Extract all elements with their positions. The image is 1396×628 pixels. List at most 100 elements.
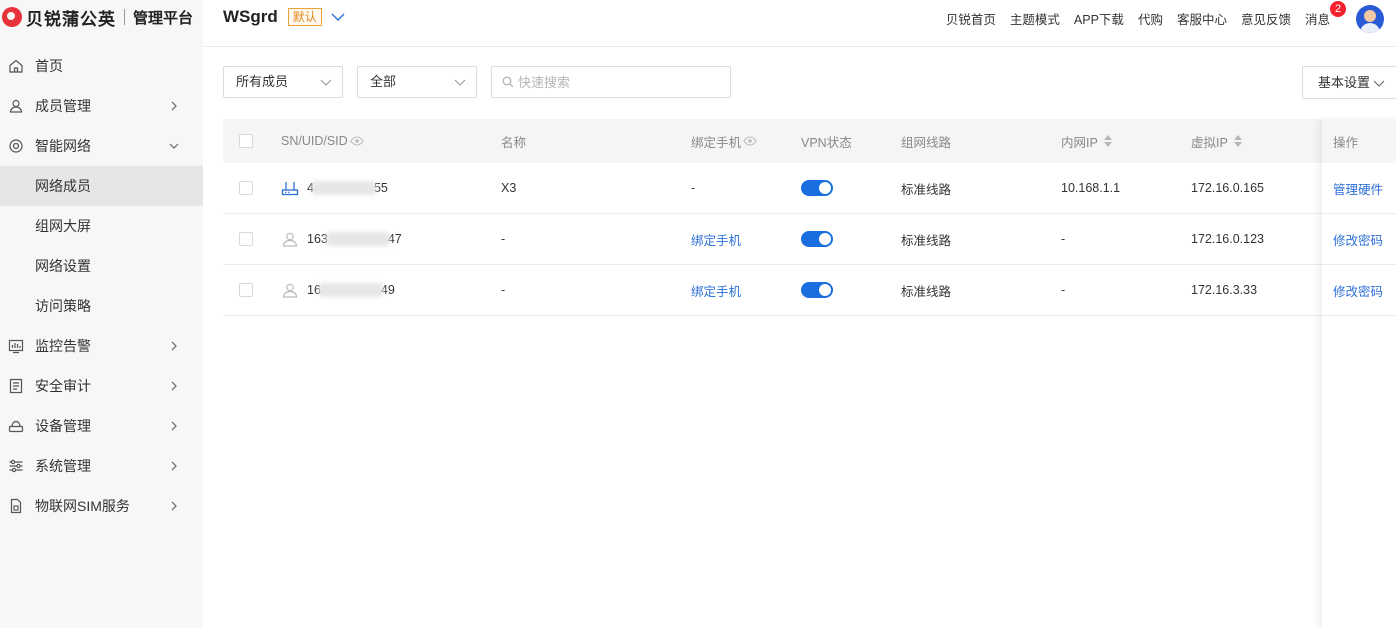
sidebar-item-home[interactable]: 首页 [0, 46, 203, 86]
row-id: 163 47 [281, 214, 402, 264]
member-type-select[interactable]: 所有成员 [223, 66, 343, 98]
messages-link[interactable]: 消息 2 [1304, 1, 1346, 28]
sidebar-item-members[interactable]: 成员管理 [0, 86, 203, 126]
eye-icon[interactable] [350, 136, 364, 146]
sidebar-item-monitoring[interactable]: 监控告警 [0, 326, 203, 366]
chevron-down-icon[interactable] [330, 9, 346, 25]
messages-label: 消息 [1304, 13, 1330, 27]
col-name: 名称 [501, 135, 527, 150]
sidebar-item-label: 设备管理 [35, 418, 91, 434]
sidebar-item-device-management[interactable]: 设备管理 [0, 406, 203, 446]
row-route: 标准线路 [901, 284, 952, 299]
search-input[interactable] [518, 74, 718, 90]
masked-id [325, 232, 390, 246]
nav-link-home[interactable]: 贝锐首页 [946, 9, 996, 28]
brand-divider [124, 9, 125, 25]
brand-logo[interactable]: 贝锐蒲公英 管理平台 [0, 0, 203, 34]
brand-logo-icon [2, 7, 22, 27]
router-icon [281, 182, 299, 196]
select-all-checkbox[interactable] [239, 134, 253, 148]
sidebar-item-security-audit[interactable]: 安全审计 [0, 366, 203, 406]
nav-link-app-download[interactable]: APP下载 [1074, 9, 1124, 28]
home-icon [8, 58, 24, 74]
chevron-right-icon [171, 461, 177, 471]
vpn-toggle[interactable] [801, 282, 833, 298]
chevron-right-icon [171, 421, 177, 431]
col-route: 组网线路 [901, 135, 952, 150]
chevron-down-icon [1373, 80, 1385, 87]
chevron-right-icon [171, 341, 177, 351]
sidebar-item-label: 网络成员 [35, 178, 91, 194]
avatar[interactable] [1356, 4, 1384, 33]
row-name: X3 [501, 181, 517, 195]
row-lan-ip: - [1061, 232, 1066, 246]
eye-icon[interactable] [743, 136, 757, 146]
search-icon [502, 76, 514, 88]
manage-hardware-link[interactable]: 管理硬件 [1333, 179, 1383, 198]
basic-settings-button[interactable]: 基本设置 [1302, 66, 1396, 99]
sort-icon[interactable] [1103, 135, 1112, 147]
row-vpn [801, 163, 833, 213]
row-checkbox[interactable] [239, 181, 253, 195]
status-value: 全部 [370, 74, 397, 89]
row-checkbox[interactable] [239, 283, 253, 297]
row-lan-ip: 10.168.1.1 [1061, 181, 1121, 195]
sidebar-item-label: 成员管理 [35, 98, 91, 114]
row-phone: - [691, 181, 696, 195]
member-type-value: 所有成员 [236, 74, 289, 89]
row-id-suffix: 49 [380, 283, 395, 297]
sidebar-item-network-dashboard[interactable]: 组网大屏 [0, 206, 203, 246]
sidebar-item-access-policy[interactable]: 访问策略 [0, 286, 203, 326]
sidebar-item-system-management[interactable]: 系统管理 [0, 446, 203, 486]
row-name: - [501, 283, 506, 297]
sidebar-item-label: 智能网络 [35, 138, 91, 154]
col-virtual-ip[interactable]: 虚拟IP [1191, 119, 1242, 163]
sim-icon [8, 498, 24, 514]
chevron-down-icon [169, 143, 179, 149]
vpn-toggle[interactable] [801, 231, 833, 247]
project-selector[interactable]: WSgrd 默认 [223, 7, 346, 27]
nav-link-theme[interactable]: 主题模式 [1010, 9, 1060, 28]
members-table: SN/UID/SID 名称 绑定手机 VPN状态 组网线路 内网IP 虚拟IP … [223, 119, 1396, 316]
row-lan-ip: - [1061, 283, 1066, 297]
table-row: 163 47 - 绑定手机 标准线路 - 172.16.0.123 [223, 214, 1396, 265]
row-name: - [501, 232, 506, 246]
chevron-right-icon [171, 501, 177, 511]
sidebar-item-smart-network[interactable]: 智能网络 [0, 126, 203, 166]
change-password-link[interactable]: 修改密码 [1333, 230, 1383, 249]
row-route: 标准线路 [901, 182, 952, 197]
sidebar-item-label: 安全审计 [35, 378, 91, 394]
col-lan-ip[interactable]: 内网IP [1061, 119, 1112, 163]
sidebar-item-network-members[interactable]: 网络成员 [0, 166, 203, 206]
nav-link-feedback[interactable]: 意见反馈 [1241, 9, 1291, 28]
nav-link-support[interactable]: 客服中心 [1177, 9, 1227, 28]
basic-settings-label: 基本设置 [1318, 75, 1371, 90]
row-vpn [801, 214, 833, 264]
sidebar-item-label: 网络设置 [35, 258, 91, 274]
select-all-cell [239, 119, 253, 163]
sidebar-item-label: 物联网SIM服务 [35, 498, 130, 514]
sidebar-item-label: 首页 [35, 58, 63, 74]
change-password-link[interactable]: 修改密码 [1333, 281, 1383, 300]
bind-phone-link[interactable]: 绑定手机 [691, 214, 741, 264]
nav-link-purchase[interactable]: 代购 [1138, 9, 1163, 28]
col-sn: SN/UID/SID [281, 119, 364, 163]
masked-id [318, 283, 383, 297]
audit-icon [8, 378, 24, 394]
table-row: 16 49 - 绑定手机 标准线路 - 172.16.3.33 [223, 265, 1396, 316]
sidebar-item-label: 系统管理 [35, 458, 91, 474]
sidebar-item-network-settings[interactable]: 网络设置 [0, 246, 203, 286]
row-virtual-ip: 172.16.3.33 [1191, 283, 1258, 297]
status-select[interactable]: 全部 [357, 66, 477, 98]
sort-icon[interactable] [1233, 135, 1242, 147]
row-checkbox[interactable] [239, 232, 253, 246]
sidebar-item-iot-sim[interactable]: 物联网SIM服务 [0, 486, 203, 526]
row-route: 标准线路 [901, 233, 952, 248]
search-box[interactable] [491, 66, 731, 98]
bind-phone-link[interactable]: 绑定手机 [691, 265, 741, 315]
row-id-prefix: 163 [307, 232, 328, 246]
row-id-suffix: 55 [373, 181, 388, 195]
chevron-down-icon [320, 79, 332, 86]
row-id: 16 49 [281, 265, 395, 315]
vpn-toggle[interactable] [801, 180, 833, 196]
